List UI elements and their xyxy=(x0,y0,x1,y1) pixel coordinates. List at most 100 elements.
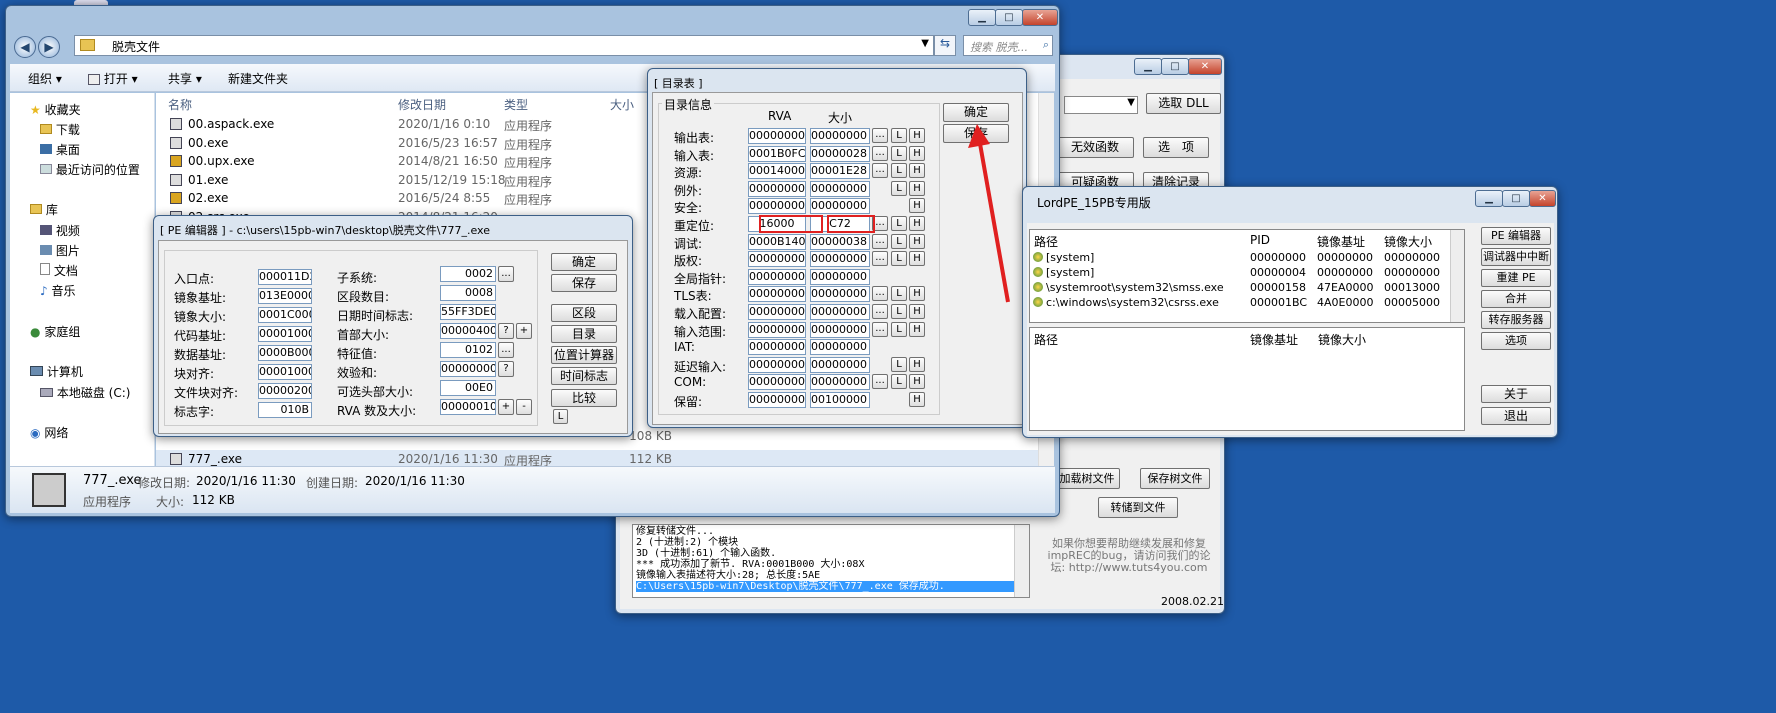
pe-button-4[interactable]: 位置计算器 xyxy=(551,346,617,364)
h-button[interactable]: H xyxy=(909,286,925,302)
mod-col-size[interactable]: 镜像大小 xyxy=(1318,331,1366,348)
mod-col-path[interactable]: 路径 xyxy=(1034,331,1058,348)
process-list[interactable]: 路径 PID 镜像基址 镜像大小 [system] 00000000 00000… xyxy=(1029,229,1465,323)
pe-field-value[interactable]: 0002 xyxy=(440,266,496,282)
refresh-button[interactable]: ⇆ xyxy=(934,35,956,56)
minus-button[interactable]: - xyxy=(516,399,532,415)
pe-button-0[interactable]: 确定 xyxy=(551,253,617,271)
pe-field-value[interactable]: 00E0 xyxy=(440,380,496,396)
close-button[interactable]: ✕ xyxy=(1188,58,1222,75)
dir-rva-field[interactable]: 00000000 xyxy=(748,304,806,320)
dir-rva-field[interactable]: 00000000 xyxy=(748,392,806,408)
pe-field-value[interactable]: 0000B000 xyxy=(258,345,312,361)
pe-field-value[interactable]: 55FF3DE0 xyxy=(440,304,496,320)
pe-field-value[interactable]: 00000400 xyxy=(440,323,496,339)
l-button[interactable]: L xyxy=(891,128,907,143)
ellipsis-button[interactable]: ... xyxy=(872,128,888,143)
lordpe-button-0[interactable]: PE 编辑器 xyxy=(1481,227,1551,245)
l-button[interactable]: L xyxy=(891,304,907,319)
dir-size-field[interactable]: 00000000 xyxy=(810,321,870,338)
l-button[interactable]: L xyxy=(891,145,907,161)
mod-col-base[interactable]: 镜像基址 xyxy=(1250,331,1298,348)
process-row[interactable]: \systemroot\system32\smss.exe 00000158 4… xyxy=(1030,280,1464,295)
dir-size-field[interactable]: 00000000 xyxy=(810,128,870,144)
help-button[interactable]: ? xyxy=(498,323,514,339)
help-button[interactable]: ? xyxy=(498,361,514,377)
lordpe-button-3[interactable]: 合并 xyxy=(1481,290,1551,308)
l-button[interactable]: L xyxy=(891,216,907,231)
dir-rva-field[interactable]: 00000000 xyxy=(748,356,806,373)
ellipsis-button[interactable]: ... xyxy=(498,266,514,282)
l-button[interactable]: L xyxy=(891,286,907,302)
lordpe-button-1[interactable]: 调试器中中断 xyxy=(1481,248,1551,266)
h-button[interactable]: H xyxy=(909,180,925,196)
h-button[interactable]: H xyxy=(909,216,925,231)
lordpe-button-4[interactable]: 转存服务器 xyxy=(1481,311,1551,329)
computer-item[interactable]: 计算机 xyxy=(30,363,83,380)
about-button[interactable]: 关于 xyxy=(1481,385,1551,403)
pe-field-value[interactable]: 00001000 xyxy=(258,364,312,380)
ellipsis-button[interactable]: ... xyxy=(872,145,888,161)
pe-button-2[interactable]: 区段 xyxy=(551,304,617,322)
dir-size-field[interactable]: 00000028 xyxy=(810,145,870,162)
pictures-item[interactable]: 图片 xyxy=(40,242,80,259)
ellipsis-button[interactable]: ... xyxy=(872,286,888,302)
exit-button[interactable]: 退出 xyxy=(1481,407,1551,425)
plus-button[interactable]: + xyxy=(516,323,532,339)
column-date[interactable]: 修改日期 xyxy=(398,96,446,113)
favorites-item[interactable]: ★ 收藏夹 xyxy=(30,101,81,118)
pe-field-value[interactable]: 0008 xyxy=(440,285,496,301)
desktop-item[interactable]: 桌面 xyxy=(40,141,80,158)
libraries-item[interactable]: 库 xyxy=(30,201,58,218)
ellipsis-button[interactable]: ... xyxy=(872,304,888,319)
pe-field-value[interactable]: 00000000 xyxy=(440,361,496,377)
dir-rva-field[interactable]: 0001B0FC xyxy=(748,145,806,162)
process-row[interactable]: [system] 00000004 00000000 00000000 xyxy=(1030,265,1464,280)
pe-field-value[interactable]: 0001C000 xyxy=(258,307,312,323)
save-tree-button[interactable]: 保存树文件 xyxy=(1140,468,1210,489)
process-combo[interactable]: ▼ xyxy=(1064,96,1138,114)
invalid-functions-button[interactable]: 无效函数 xyxy=(1056,137,1134,158)
l-button[interactable]: L xyxy=(891,233,907,249)
proc-col-base[interactable]: 镜像基址 xyxy=(1317,233,1365,250)
log-box[interactable]: 修复转储文件... 2 (十进制:2) 个模块 3D (十进制:61) 个输入函数.… xyxy=(632,524,1030,598)
ellipsis-button[interactable]: ... xyxy=(872,251,888,267)
process-row[interactable]: [system] 00000000 00000000 00000000 xyxy=(1030,250,1464,265)
ellipsis-button[interactable]: ... xyxy=(872,233,888,249)
pe-button-1[interactable]: 保存 xyxy=(551,274,617,292)
proc-col-size[interactable]: 镜像大小 xyxy=(1384,233,1432,250)
maximize-button[interactable]: □ xyxy=(995,9,1023,26)
organize-menu[interactable]: 组织 ▾ xyxy=(28,70,62,87)
address-bar[interactable]: 脱壳文件 ▼ xyxy=(74,35,934,56)
close-button[interactable]: ✕ xyxy=(1022,9,1058,26)
open-menu[interactable]: 打开 ▾ xyxy=(88,70,138,87)
pe-field-value[interactable]: 013E0000 xyxy=(258,288,312,304)
lordpe-button-5[interactable]: 选项 xyxy=(1481,332,1551,350)
dir-rva-field[interactable]: 00000000 xyxy=(748,374,806,391)
dir-size-field[interactable]: 00000000 xyxy=(810,374,870,391)
h-button[interactable]: H xyxy=(909,304,925,319)
dir-rva-field[interactable]: 0000B140 xyxy=(748,233,806,250)
h-button[interactable]: H xyxy=(909,145,925,161)
h-button[interactable]: H xyxy=(909,251,925,267)
downloads-item[interactable]: 下载 xyxy=(40,121,80,138)
dir-size-field[interactable]: 00000000 xyxy=(810,304,870,320)
pe-field-value[interactable]: 0102 xyxy=(440,342,496,358)
dir-rva-field[interactable]: 00000000 xyxy=(748,251,806,268)
proc-col-path[interactable]: 路径 xyxy=(1034,233,1058,250)
pe-field-value[interactable]: 00000010 xyxy=(440,399,496,415)
ellipsis-button[interactable]: ... xyxy=(872,163,888,179)
dir-size-field[interactable]: 00000000 xyxy=(810,286,870,303)
dir-rva-field[interactable]: 00000000 xyxy=(748,321,806,338)
column-type[interactable]: 类型 xyxy=(504,96,528,113)
music-item[interactable]: ♪ 音乐 xyxy=(40,282,76,299)
back-button[interactable]: ◀ xyxy=(14,36,36,58)
select-dll-button[interactable]: 选取 DLL xyxy=(1146,93,1221,114)
h-button[interactable]: H xyxy=(909,163,925,179)
h-button[interactable]: H xyxy=(909,392,925,407)
dir-size-field[interactable]: 00100000 xyxy=(810,392,870,408)
dir-rva-field[interactable]: 00000000 xyxy=(748,198,806,215)
recent-item[interactable]: 最近访问的位置 xyxy=(40,161,140,178)
close-button[interactable]: ✕ xyxy=(1529,190,1556,207)
dir-size-field[interactable]: 00000000 xyxy=(810,251,870,268)
